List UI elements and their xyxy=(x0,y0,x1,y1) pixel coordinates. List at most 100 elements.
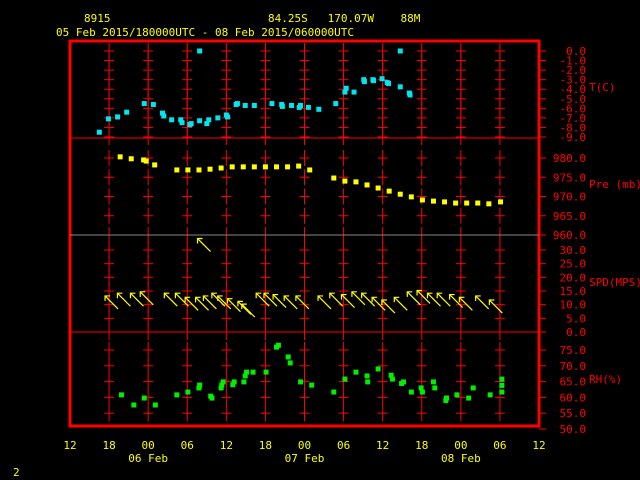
wind-arrow xyxy=(475,295,490,310)
temperature-point xyxy=(316,106,322,112)
pressure-point xyxy=(229,164,235,170)
y-tick-label: 980.0 xyxy=(553,152,586,165)
temperature-point xyxy=(288,102,294,108)
relative_humidity-point xyxy=(364,373,370,379)
wind-arrow xyxy=(211,292,226,307)
pressure-point xyxy=(185,167,191,173)
pressure-point xyxy=(117,154,123,160)
wind-arrow xyxy=(416,289,431,304)
relative_humidity-point xyxy=(331,389,337,395)
panel-label-relative_humidity: RH(%) xyxy=(589,373,622,386)
wind-arrow xyxy=(329,292,344,307)
y-tick-label: 970.0 xyxy=(553,191,586,204)
pressure-point xyxy=(196,167,202,173)
relative_humidity-point xyxy=(499,376,505,382)
temperature-point xyxy=(269,101,275,107)
temperature-point xyxy=(105,116,111,122)
temperature-point xyxy=(371,78,377,84)
x-tick-label: 06 xyxy=(337,439,350,452)
x-tick-label: 12 xyxy=(220,439,233,452)
pressure-point xyxy=(307,167,313,173)
relative_humidity-point xyxy=(244,369,250,375)
temperature-point xyxy=(161,113,167,119)
temperature-point xyxy=(361,79,367,85)
y-tick-label: 960.0 xyxy=(553,229,586,242)
wind-arrow xyxy=(217,295,232,310)
pressure-point xyxy=(251,164,257,170)
relative_humidity-point xyxy=(499,389,505,395)
temperature-point xyxy=(397,48,403,54)
pressure-point xyxy=(486,201,492,207)
pressure-point xyxy=(464,200,470,206)
temperature-point xyxy=(124,109,130,115)
y-tick-label: 55.0 xyxy=(560,407,587,420)
pressure-point xyxy=(273,164,279,170)
wind-arrow xyxy=(458,296,473,311)
temperature-point xyxy=(197,118,203,124)
temperature-point xyxy=(333,101,339,107)
pressure-point xyxy=(430,198,436,204)
x-tick-label: 12 xyxy=(63,439,76,452)
relative_humidity-point xyxy=(141,395,147,401)
pressure-point xyxy=(453,200,459,206)
temperature-point xyxy=(351,89,357,95)
meteogram-chart: 8915 84.25S 170.07W 88M 05 Feb 2015/1800… xyxy=(13,12,640,479)
relative_humidity-point xyxy=(263,369,269,375)
relative_humidity-point xyxy=(466,395,472,401)
y-tick-label: 50.0 xyxy=(560,423,587,436)
wind-arrow xyxy=(317,295,332,310)
wind-arrow xyxy=(237,300,252,315)
relative_humidity-point xyxy=(152,402,158,408)
y-tick-label: 75.0 xyxy=(560,344,587,357)
wind-arrow xyxy=(241,303,256,318)
relative_humidity-point xyxy=(432,385,438,391)
temperature-point xyxy=(225,114,231,120)
temperature-point xyxy=(407,92,413,98)
relative_humidity-point xyxy=(231,379,237,385)
relative_humidity-point xyxy=(287,360,293,366)
panel-label-wind_speed: SPD(MPS) xyxy=(589,276,640,289)
pressure-point xyxy=(152,162,158,168)
wind-arrow xyxy=(174,292,189,307)
x-tick-label: 18 xyxy=(259,439,272,452)
y-tick-label: 975.0 xyxy=(553,171,586,184)
pressure-point xyxy=(207,166,213,172)
pressure-point xyxy=(143,158,149,164)
temperature-point xyxy=(206,117,212,123)
grid-ticks xyxy=(104,43,505,422)
x-tick-label: 06 xyxy=(181,439,194,452)
relative_humidity-point xyxy=(131,402,137,408)
panel-label-temperature: T(C) xyxy=(589,81,616,94)
pressure-point xyxy=(285,164,291,170)
x-tick-label: 00 xyxy=(454,439,467,452)
x-day-label: 06 Feb xyxy=(128,452,168,465)
wind-arrow xyxy=(381,299,396,314)
relative_humidity-point xyxy=(309,382,315,388)
x-tick-label: 00 xyxy=(298,439,311,452)
y-tick-label: 20.0 xyxy=(560,271,587,284)
pressure-point xyxy=(408,194,414,200)
pressure-point xyxy=(353,179,359,185)
pressure-point xyxy=(262,164,268,170)
pressure-point xyxy=(397,191,403,197)
pressure-point xyxy=(240,164,246,170)
pressure-point xyxy=(174,167,180,173)
relative_humidity-point xyxy=(365,379,371,385)
pressure-point xyxy=(128,156,134,162)
wind-arrow xyxy=(129,292,144,307)
temperature-point xyxy=(197,48,203,54)
temperature-point xyxy=(169,117,175,123)
temperature-point xyxy=(115,114,121,120)
y-tick-label: 5.0 xyxy=(566,312,586,325)
temperature-point xyxy=(279,103,285,109)
temperature-point xyxy=(215,115,221,121)
x-tick-label: 18 xyxy=(102,439,115,452)
temperature-point xyxy=(188,121,194,127)
pressure-point xyxy=(342,178,348,184)
station-location: 84.25S 170.07W 88M xyxy=(268,12,421,25)
wind-arrow xyxy=(393,296,408,311)
x-tick-label: 00 xyxy=(142,439,155,452)
pressure-point xyxy=(475,200,481,206)
page-number: 2 xyxy=(13,466,20,479)
y-tick-label: 25.0 xyxy=(560,258,587,271)
